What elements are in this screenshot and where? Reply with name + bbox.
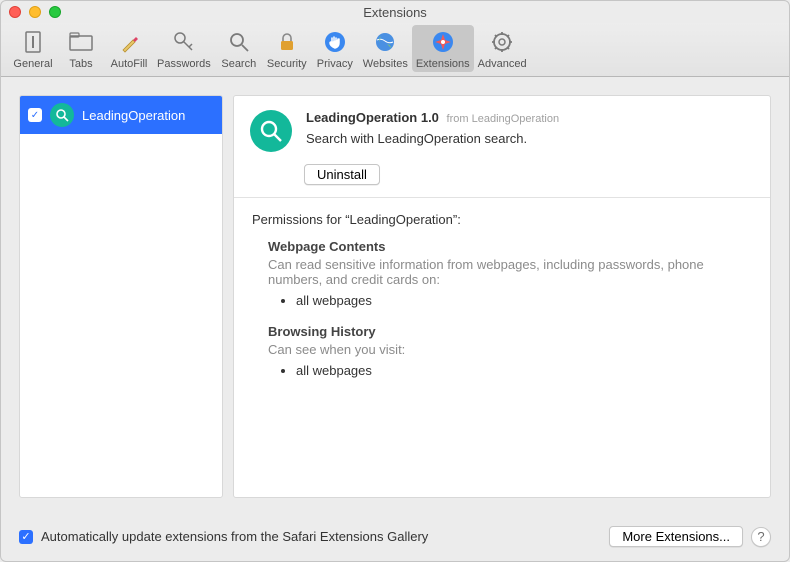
permission-section-desc: Can see when you visit: [268, 342, 752, 357]
permission-webpage-contents: Webpage Contents Can read sensitive info… [268, 239, 752, 308]
tab-tabs[interactable]: Tabs [57, 25, 105, 72]
search-icon [224, 27, 254, 57]
tab-label: Websites [363, 58, 408, 70]
general-icon [18, 27, 48, 57]
tab-label: Tabs [69, 58, 92, 70]
detail-heading: LeadingOperation 1.0 from LeadingOperati… [306, 110, 559, 152]
permission-section-desc: Can read sensitive information from webp… [268, 257, 752, 287]
tab-label: General [13, 58, 52, 70]
window-controls [9, 6, 61, 18]
tab-label: Passwords [157, 58, 211, 70]
extension-description: Search with LeadingOperation search. [306, 131, 559, 146]
extension-icon [50, 103, 74, 127]
extensions-icon [428, 27, 458, 57]
extension-icon [250, 110, 292, 152]
preferences-toolbar: General Tabs AutoFill Passwords Search [1, 23, 789, 77]
lock-icon [272, 27, 302, 57]
auto-update-label: Automatically update extensions from the… [41, 529, 601, 544]
permission-browsing-history: Browsing History Can see when you visit:… [268, 324, 752, 378]
permission-section-title: Webpage Contents [268, 239, 752, 254]
titlebar: Extensions [1, 1, 789, 23]
tab-privacy[interactable]: Privacy [311, 25, 359, 72]
sidebar-item-leadingoperation[interactable]: ✓ LeadingOperation [20, 96, 222, 134]
extensions-sidebar: ✓ LeadingOperation [19, 95, 223, 498]
tab-label: Security [267, 58, 307, 70]
auto-update-checkbox[interactable]: ✓ [19, 530, 33, 544]
extension-author: from LeadingOperation [447, 113, 560, 125]
tab-autofill[interactable]: AutoFill [105, 25, 153, 72]
extensions-window: Extensions General Tabs AutoFill Passwor… [0, 0, 790, 562]
permission-section-title: Browsing History [268, 324, 752, 339]
key-icon [169, 27, 199, 57]
tab-label: Extensions [416, 58, 470, 70]
tab-websites[interactable]: Websites [359, 25, 412, 72]
minimize-icon[interactable] [29, 6, 41, 18]
uninstall-button[interactable]: Uninstall [304, 164, 380, 185]
autofill-icon [114, 27, 144, 57]
globe-icon [370, 27, 400, 57]
tab-search[interactable]: Search [215, 25, 263, 72]
permission-item: all webpages [296, 293, 752, 308]
window-title: Extensions [1, 5, 789, 20]
tab-general[interactable]: General [9, 25, 57, 72]
tab-extensions[interactable]: Extensions [412, 25, 474, 72]
sidebar-item-label: LeadingOperation [82, 108, 185, 123]
permission-item: all webpages [296, 363, 752, 378]
tab-label: AutoFill [111, 58, 148, 70]
tab-label: Advanced [478, 58, 527, 70]
zoom-icon[interactable] [49, 6, 61, 18]
hand-icon [320, 27, 350, 57]
tab-label: Search [221, 58, 256, 70]
footer: ✓ Automatically update extensions from t… [1, 516, 789, 561]
gear-icon [487, 27, 517, 57]
permissions-title: Permissions for “LeadingOperation”: [252, 212, 752, 227]
tab-passwords[interactable]: Passwords [153, 25, 215, 72]
tabs-icon [66, 27, 96, 57]
extension-checkbox[interactable]: ✓ [28, 108, 42, 122]
tab-security[interactable]: Security [263, 25, 311, 72]
detail-header: LeadingOperation 1.0 from LeadingOperati… [234, 96, 770, 164]
tab-advanced[interactable]: Advanced [474, 25, 531, 72]
close-icon[interactable] [9, 6, 21, 18]
extension-title: LeadingOperation 1.0 [306, 110, 439, 125]
extension-detail: LeadingOperation 1.0 from LeadingOperati… [233, 95, 771, 498]
permissions-section: Permissions for “LeadingOperation”: Webp… [234, 198, 770, 408]
more-extensions-button[interactable]: More Extensions... [609, 526, 743, 547]
help-button[interactable]: ? [751, 527, 771, 547]
uninstall-row: Uninstall [234, 164, 770, 197]
tab-label: Privacy [317, 58, 353, 70]
content-area: ✓ LeadingOperation LeadingOperation 1.0 … [1, 77, 789, 516]
